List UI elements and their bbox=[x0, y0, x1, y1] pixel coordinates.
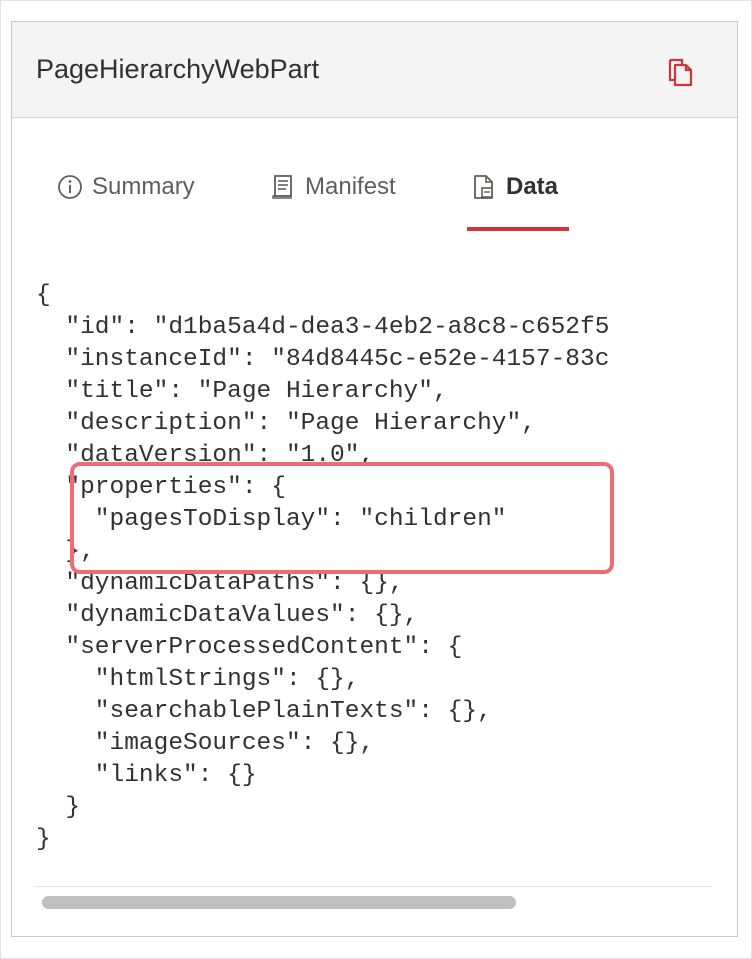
panel-title: PageHierarchyWebPart bbox=[36, 54, 320, 84]
code-line: "dataVersion": "1.0", bbox=[36, 442, 375, 469]
code-line: "htmlStrings": {}, bbox=[36, 666, 360, 693]
code-line: "instanceId": "84d8445c-e52e-4157-83c bbox=[36, 346, 610, 373]
tab-summary[interactable]: Summary bbox=[56, 167, 195, 207]
copy-icon bbox=[668, 58, 693, 87]
code-line: "dynamicDataPaths": {}, bbox=[36, 570, 404, 597]
code-line: "searchablePlainTexts": {}, bbox=[36, 698, 492, 725]
web-part-details-panel: PageHierarchyWebPart Summary Manifest Da… bbox=[11, 21, 738, 937]
copy-button[interactable] bbox=[664, 56, 696, 88]
code-line: "imageSources": {}, bbox=[36, 730, 375, 757]
tab-summary-label: Summary bbox=[92, 173, 195, 200]
code-line: "properties": { bbox=[36, 474, 286, 501]
code-line: }, bbox=[36, 538, 95, 565]
code-line: "serverProcessedContent": { bbox=[36, 634, 463, 661]
code-line: "links": {} bbox=[36, 762, 257, 789]
code-line: "id": "d1ba5a4d-dea3-4eb2-a8c8-c652f5 bbox=[36, 314, 610, 341]
tab-bar: Summary Manifest Data bbox=[12, 117, 737, 237]
horizontal-scrollbar[interactable] bbox=[34, 886, 712, 917]
code-line: "pagesToDisplay": "children" bbox=[36, 506, 507, 533]
scrollbar-thumb[interactable] bbox=[42, 896, 516, 909]
manifest-icon bbox=[272, 175, 292, 199]
code-line: } bbox=[36, 794, 81, 821]
active-tab-indicator bbox=[467, 227, 569, 231]
code-line: { bbox=[36, 282, 51, 309]
json-code-view[interactable]: { "id": "d1ba5a4d-dea3-4eb2-a8c8-c652f5 … bbox=[36, 280, 712, 880]
code-line: "dynamicDataValues": {}, bbox=[36, 602, 419, 629]
tab-manifest-label: Manifest bbox=[305, 173, 396, 200]
panel-header: PageHierarchyWebPart bbox=[12, 22, 737, 118]
tab-data[interactable]: Data bbox=[470, 167, 558, 207]
info-icon bbox=[58, 175, 82, 199]
code-line: } bbox=[36, 826, 51, 853]
json-code: { "id": "d1ba5a4d-dea3-4eb2-a8c8-c652f5 … bbox=[36, 280, 712, 856]
tab-manifest[interactable]: Manifest bbox=[269, 167, 396, 207]
code-line: "title": "Page Hierarchy", bbox=[36, 378, 448, 405]
code-line: "description": "Page Hierarchy", bbox=[36, 410, 536, 437]
data-file-icon bbox=[474, 175, 493, 199]
tab-data-label: Data bbox=[506, 173, 559, 200]
